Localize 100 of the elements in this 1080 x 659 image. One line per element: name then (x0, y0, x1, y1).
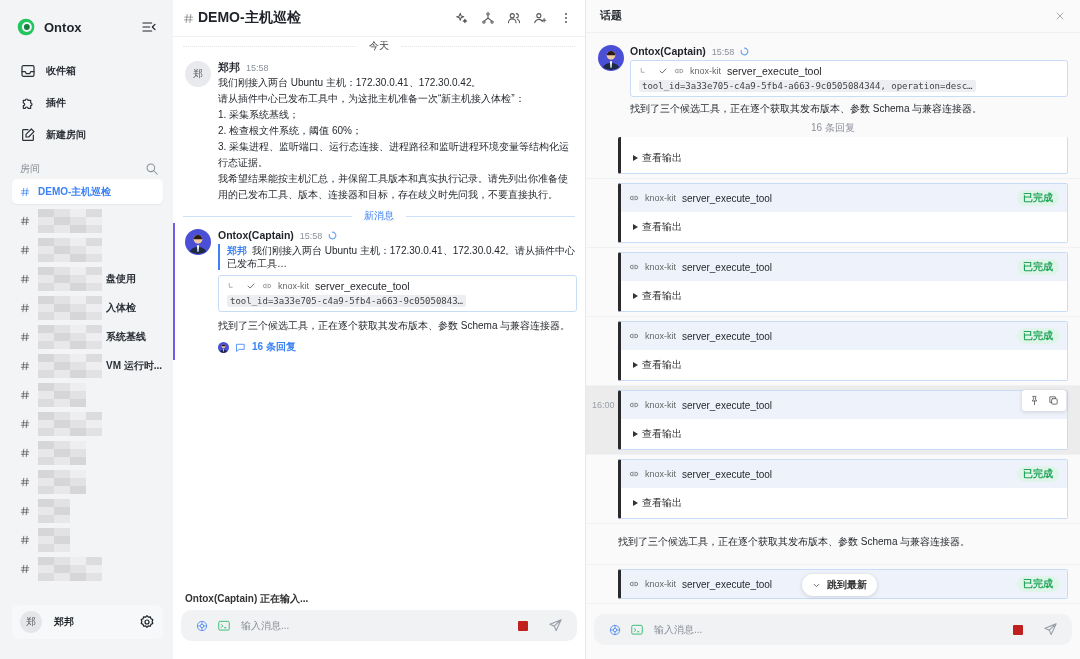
hash-icon (20, 244, 30, 255)
quoted-message[interactable]: 郑邦 我们刚接入两台 Ubuntu 主机：172.30.0.41、172.30.0.42。请从插件中心已发布工具… (218, 244, 577, 270)
corner-icon (227, 281, 236, 291)
message-text: 3. 采集进程、监听端口、运行态连接、进程路径和监听进程环境变量等结构化运行态证据。 (218, 140, 571, 170)
collapse-sidebar-icon[interactable] (141, 19, 157, 35)
copy-icon[interactable] (1048, 395, 1059, 406)
stop-button[interactable] (518, 620, 528, 631)
pixelation-drawing (38, 440, 86, 465)
message-time: 16:00 (592, 400, 615, 410)
brand-name: Ontox (44, 19, 82, 35)
terminal-icon[interactable] (630, 622, 644, 637)
plugin-name: knox-kit (278, 281, 309, 291)
hash-icon (20, 563, 30, 574)
hash-icon (20, 534, 30, 545)
message-composer[interactable]: 输入消息... (594, 614, 1072, 645)
tool-name: server_execute_tool (682, 578, 773, 590)
stop-button[interactable] (1013, 624, 1023, 635)
members-icon[interactable] (507, 11, 521, 25)
check-icon (246, 281, 256, 291)
plugin-name: knox-kit (645, 400, 676, 410)
nav-item[interactable]: 新建房间 (12, 122, 163, 148)
link-icon (629, 579, 639, 589)
jump-to-latest-button[interactable]: 跳到最新 (802, 574, 877, 596)
reply-count-link[interactable]: 16 条回复 (252, 340, 296, 354)
link-icon (262, 281, 272, 291)
room-item[interactable]: 系统基线 (12, 324, 163, 349)
expand-triangle-icon (633, 362, 638, 368)
section-label: 房间 (20, 162, 40, 176)
search-icon[interactable] (145, 162, 159, 176)
hash-icon (20, 418, 30, 429)
pin-icon[interactable] (1029, 395, 1040, 406)
link-icon (629, 193, 639, 203)
pixelation-drawing (38, 353, 102, 378)
inbox-icon (20, 63, 36, 79)
nav-item[interactable]: 插件 (12, 90, 163, 116)
terminal-icon[interactable] (217, 618, 231, 633)
tool-name: server_execute_tool (727, 65, 822, 77)
sparkles-icon[interactable] (455, 11, 469, 25)
pixelation-drawing (38, 266, 102, 291)
link-icon (629, 262, 639, 272)
link-icon (674, 66, 684, 76)
avatar (185, 229, 211, 255)
plugin-name: knox-kit (645, 262, 676, 272)
message-input[interactable]: 输入消息... (239, 619, 510, 632)
plugin-name: knox-kit (645, 193, 676, 203)
tool-call[interactable]: knox-kit server_execute_tool tool_id=3a33e705-c4a9-5fb4-a663-9c0505084344, operation=desc… (630, 60, 1068, 97)
close-icon[interactable] (1054, 10, 1066, 22)
hash-icon (20, 360, 30, 371)
output-toggle[interactable]: 查看输出 (621, 143, 1067, 173)
message-text: 请从插件中心已发布工具中，为这批主机准备一次“新主机接入体检”： (218, 92, 526, 106)
check-icon (658, 66, 668, 76)
agent-icon[interactable] (608, 622, 622, 637)
settings-icon[interactable] (139, 614, 155, 630)
plugin-name: knox-kit (645, 579, 676, 589)
agent-icon[interactable] (195, 618, 209, 633)
output-toggle[interactable]: 查看输出 (621, 350, 1067, 380)
send-icon[interactable] (548, 618, 563, 633)
status-badge: 已完成 (1017, 190, 1059, 206)
add-member-icon[interactable] (533, 11, 547, 25)
expand-triangle-icon (633, 155, 638, 161)
hash-icon (20, 302, 30, 313)
message-time: 15:58 (711, 47, 735, 57)
room-item[interactable]: 盘使用 (12, 266, 163, 291)
message-time: 15:58 (246, 63, 269, 73)
logo-icon (16, 17, 36, 37)
output-toggle[interactable]: 查看输出 (621, 419, 1067, 449)
tool-call[interactable]: knox-kit server_execute_tool tool_id=3a33e705-c4a9-5fb4-a663-9c05050843… (218, 275, 577, 312)
nav-item[interactable]: 收件箱 (12, 58, 163, 84)
avatar (218, 341, 229, 353)
user-name: 郑邦 (54, 615, 75, 629)
tool-arguments: tool_id=3a33e705-c4a9-5fb4-a663-9c05050843… (227, 295, 466, 307)
message-input[interactable]: 输入消息... (652, 623, 1005, 636)
pixelation-drawing (38, 527, 70, 552)
edit-icon (20, 127, 36, 143)
room-item[interactable]: DEMO-主机巡检 (12, 179, 163, 204)
hash-icon (20, 505, 30, 516)
hash-icon (20, 447, 30, 458)
pixelation-drawing (38, 295, 102, 320)
author-name: Ontox(Captain) (218, 229, 294, 241)
message-text: 找到了三个候选工具，正在逐个获取其发布版本、参数 Schema 与兼容连接器。 (630, 102, 984, 116)
message-composer[interactable]: 输入消息... (181, 610, 577, 641)
room-item[interactable]: VM 运行时... (12, 353, 163, 378)
output-toggle[interactable]: 查看输出 (621, 488, 1067, 518)
output-toggle[interactable]: 查看输出 (621, 281, 1067, 311)
typing-indicator: Ontox(Captain) 正在输入... (184, 592, 310, 606)
avatar (598, 45, 624, 71)
hash-icon (20, 331, 30, 342)
send-icon[interactable] (1043, 622, 1058, 637)
tool-name: server_execute_tool (682, 192, 773, 204)
avatar: 郑 (20, 611, 42, 633)
hash-icon (20, 273, 30, 284)
status-badge: 已完成 (1017, 328, 1059, 344)
message-time: 15:58 (299, 231, 323, 241)
hash-icon (20, 476, 30, 487)
new-messages-divider: 新消息 (173, 209, 585, 223)
plugin-name: knox-kit (690, 66, 721, 76)
reply-count: 16 条回复 (810, 121, 856, 135)
hierarchy-icon[interactable] (481, 11, 495, 25)
room-item[interactable]: 入体检 (12, 295, 163, 320)
output-toggle[interactable]: 查看输出 (621, 212, 1067, 242)
